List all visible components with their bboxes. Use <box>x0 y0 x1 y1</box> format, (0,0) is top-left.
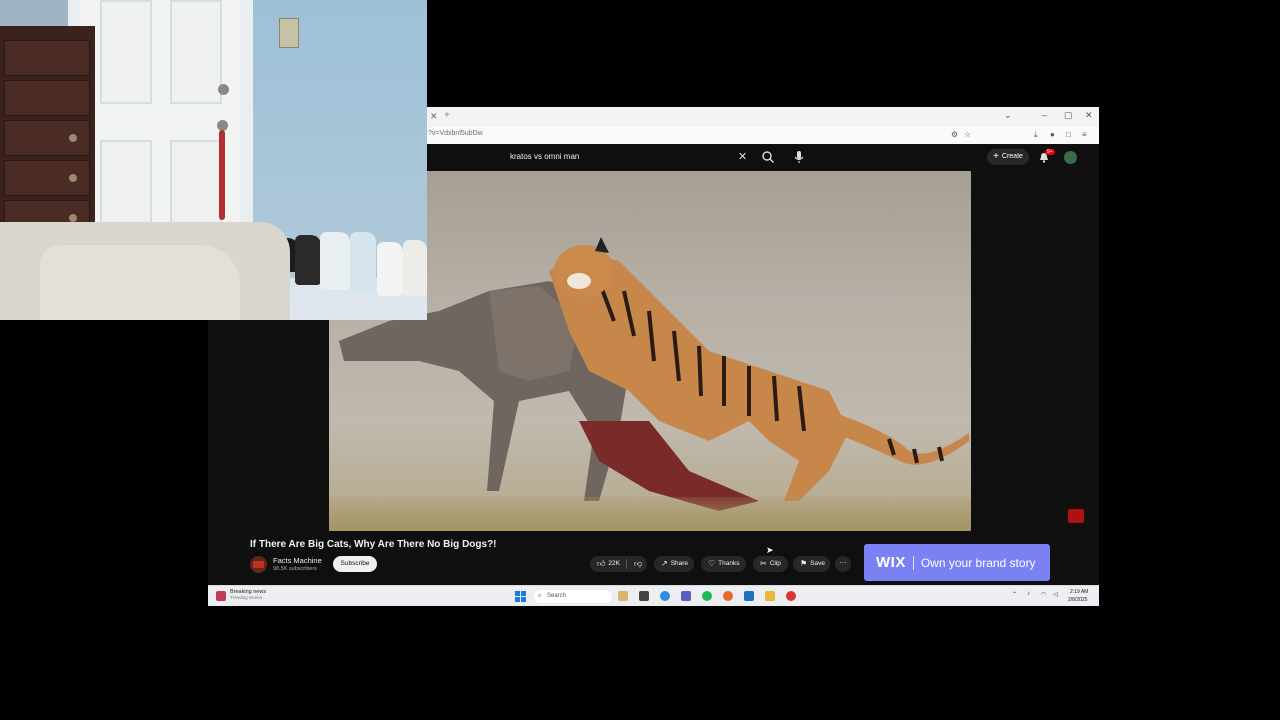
create-button[interactable]: + Create <box>987 149 1029 165</box>
extension-icon[interactable]: ● <box>1050 130 1055 139</box>
clock-time[interactable]: 2:19 AM <box>1070 589 1088 595</box>
search-query[interactable]: kratos vs omni man <box>510 152 579 161</box>
taskbar-search[interactable]: ⌕ Search <box>534 590 612 603</box>
copilot-icon[interactable] <box>660 591 670 601</box>
file-explorer-icon[interactable] <box>765 591 775 601</box>
webcam-overlay <box>0 0 427 320</box>
dresser-drawer <box>4 40 90 76</box>
ad-text: Own your brand story <box>920 555 1036 570</box>
collections-icon[interactable]: □ <box>1066 130 1071 139</box>
news-icon <box>216 591 226 601</box>
windows-taskbar: Breaking news Trending stories ⌕ Search … <box>208 585 1099 606</box>
thanks-icon: ♡ <box>708 559 716 568</box>
like-dislike-group: 👍︎ 22K 👎︎ <box>590 556 647 572</box>
subscribe-button[interactable]: Subscribe <box>333 556 377 572</box>
spotify-icon[interactable] <box>702 591 712 601</box>
mouse-cursor-icon: ➤ <box>766 545 774 555</box>
wix-ad-banner[interactable]: WIX Own your brand story <box>864 544 1050 581</box>
thanks-button[interactable]: ♡ Thanks <box>701 556 746 572</box>
bookmark-star-icon[interactable]: ☆ <box>964 130 971 139</box>
sneaker <box>320 232 350 290</box>
sneaker <box>350 232 376 292</box>
bookmark-icon: ⚑ <box>800 559 808 568</box>
channel-avatar[interactable] <box>250 556 267 573</box>
door-panel <box>170 0 222 104</box>
plus-icon: + <box>993 151 999 162</box>
mic-tray-icon[interactable]: ♪ <box>1027 591 1030 597</box>
share-icon: ↗ <box>661 559 668 568</box>
door-knob <box>218 84 229 95</box>
news-widget[interactable]: Breaking news Trending stories <box>216 589 266 601</box>
ad-brand: WIX <box>876 554 906 571</box>
search-input[interactable]: kratos vs omni man ✕ <box>498 149 756 165</box>
thumbs-down-icon[interactable]: 👎︎ <box>634 556 642 572</box>
clip-label: Clip <box>769 560 781 567</box>
windows-start-icon[interactable] <box>515 591 526 602</box>
save-label: Save <box>810 560 825 567</box>
dresser-drawer <box>4 80 90 116</box>
mic-icon[interactable] <box>793 150 805 164</box>
door-panel <box>100 0 152 104</box>
url-text[interactable]: ?v=Vdxbnl5ubDw <box>428 130 483 137</box>
close-window-button[interactable]: ✕ <box>1085 110 1093 121</box>
sneaker <box>295 235 321 285</box>
sneaker <box>377 242 403 296</box>
like-divider <box>625 559 627 569</box>
ad-divider <box>912 555 914 570</box>
subscriber-count: 98.5K subscribers <box>273 566 318 572</box>
clip-button[interactable]: ✂ Clip <box>753 556 788 572</box>
close-icon[interactable]: ✕ <box>738 150 747 163</box>
taskbar-app-cat-icon[interactable] <box>618 591 628 601</box>
account-avatar[interactable] <box>1064 151 1077 164</box>
hanging-lanyard <box>219 130 225 220</box>
clock-date[interactable]: 2/8/2025 <box>1068 597 1087 603</box>
channel-name[interactable]: Facts Machine <box>273 556 322 565</box>
maximize-button[interactable]: ▢ <box>1064 110 1073 121</box>
store-icon[interactable] <box>744 591 754 601</box>
share-label: Share <box>670 560 689 567</box>
more-actions-button[interactable]: ··· <box>835 556 851 572</box>
site-settings-icon[interactable]: ⚙ <box>951 130 958 139</box>
door <box>80 0 240 236</box>
download-icon[interactable]: ⤓ <box>1034 130 1038 140</box>
wall-poster <box>279 18 299 48</box>
share-button[interactable]: ↗ Share <box>654 556 694 572</box>
task-view-icon[interactable] <box>639 591 649 601</box>
firefox-icon[interactable] <box>723 591 733 601</box>
chrome-icon[interactable] <box>786 591 796 601</box>
like-count[interactable]: 22K <box>608 556 620 572</box>
menu-icon[interactable]: ≡ <box>1082 130 1087 139</box>
volume-icon[interactable]: ◁ <box>1053 591 1058 598</box>
sneaker <box>403 240 427 296</box>
scissors-icon: ✂ <box>760 559 767 568</box>
dresser-drawer <box>4 120 90 156</box>
tray-overflow-icon[interactable]: ⌃ <box>1012 591 1017 598</box>
create-label: Create <box>1001 153 1023 160</box>
new-tab-button[interactable]: + <box>444 110 450 121</box>
save-button[interactable]: ⚑ Save <box>793 556 830 572</box>
video-ground <box>329 497 971 531</box>
tab-close-icon[interactable]: ✕ <box>430 111 438 122</box>
taskbar-search-placeholder: Search <box>547 593 567 599</box>
teams-icon[interactable] <box>681 591 691 601</box>
video-title: If There Are Big Cats, Why Are There No … <box>250 539 497 550</box>
tab-list-icon[interactable]: ⌄ <box>1004 110 1012 121</box>
thumbs-up-icon[interactable]: 👍︎ <box>597 556 605 572</box>
news-subtitle: Trending stories <box>230 595 263 600</box>
search-icon: ⌕ <box>538 593 542 599</box>
minimize-button[interactable]: – <box>1042 110 1047 120</box>
couch-blanket <box>40 245 240 320</box>
wifi-icon[interactable]: ◠ <box>1041 591 1046 598</box>
channel-watermark-icon[interactable] <box>1068 509 1084 523</box>
search-icon[interactable] <box>761 150 775 164</box>
notification-badge: 9+ <box>1045 149 1055 155</box>
dresser-drawer <box>4 160 90 196</box>
thanks-label: Thanks <box>718 560 740 567</box>
